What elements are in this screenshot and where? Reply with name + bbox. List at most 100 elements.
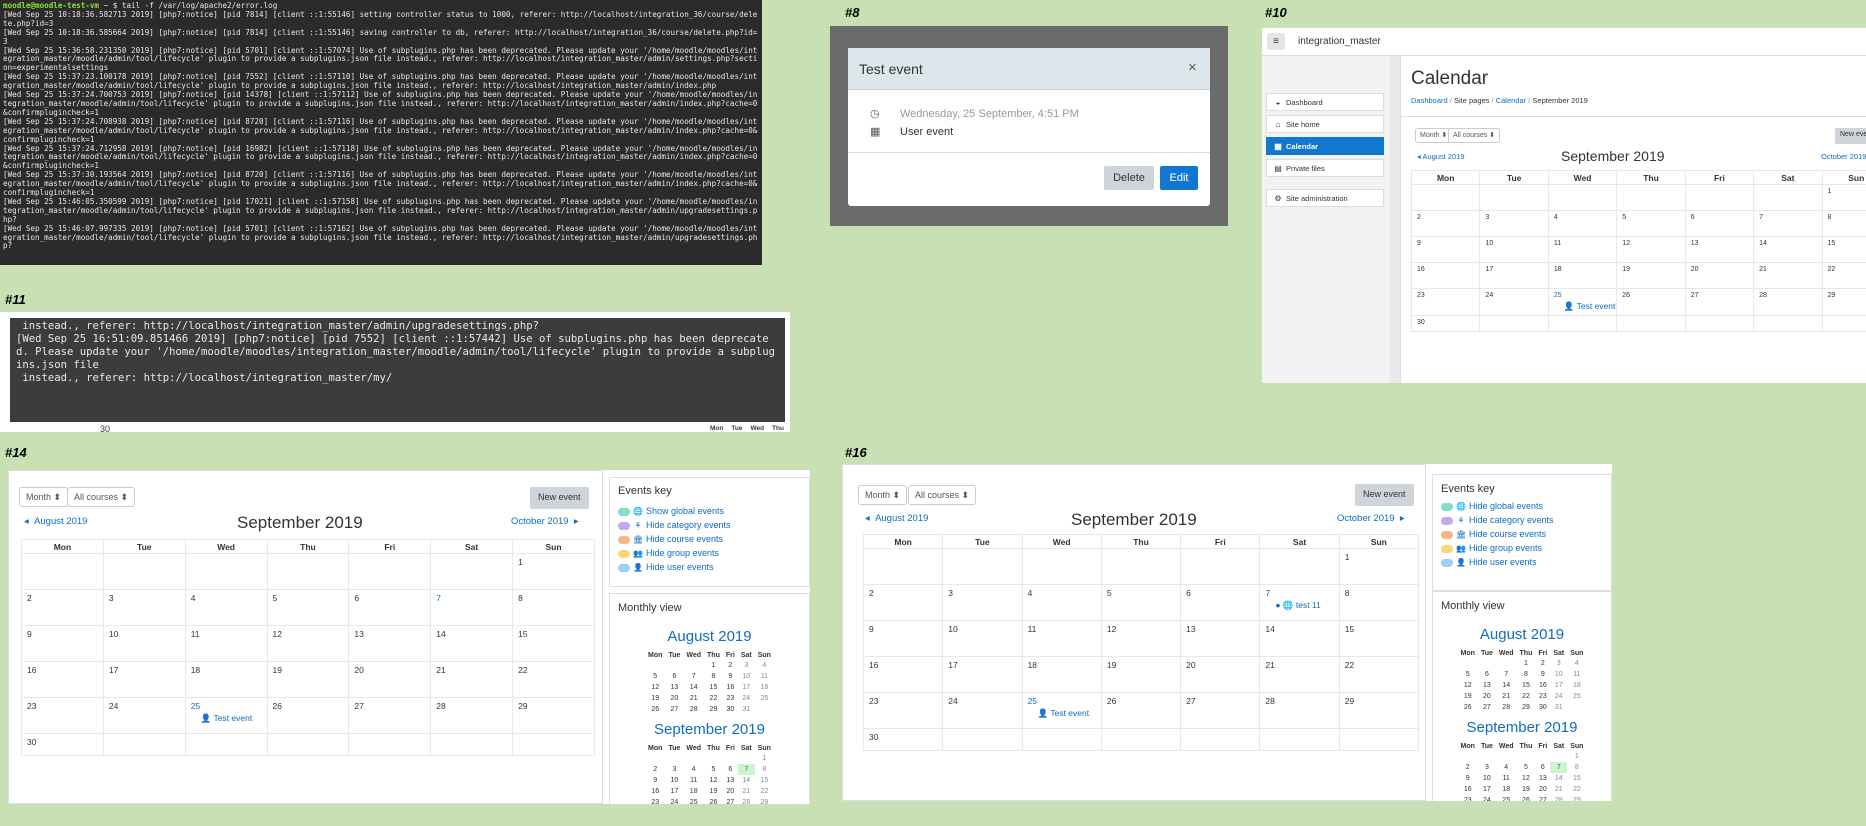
day-number[interactable]: 2	[1417, 214, 1421, 221]
mini-day[interactable]: 22	[704, 693, 723, 704]
eye-icon[interactable]	[1441, 544, 1453, 553]
mini-day[interactable]: 4	[1567, 658, 1586, 669]
day-number[interactable]: 11	[1554, 240, 1561, 247]
mini-day[interactable]	[723, 753, 738, 764]
day-number[interactable]: 29	[518, 701, 527, 711]
day-number[interactable]: 20	[354, 665, 363, 675]
eye-icon[interactable]	[618, 507, 630, 516]
day-number[interactable]: 5	[1107, 588, 1112, 598]
mini-day[interactable]	[665, 753, 683, 764]
calendar-day[interactable]: 23	[21, 697, 104, 734]
day-number[interactable]: 10	[109, 629, 118, 639]
calendar-day[interactable]: 25 👤 Test event	[184, 697, 268, 734]
calendar-day[interactable]: 30	[21, 733, 104, 756]
mini-day[interactable]: 28	[738, 797, 755, 804]
day-number[interactable]: 8	[1828, 214, 1832, 221]
day-number[interactable]: 26	[273, 701, 282, 711]
day-number[interactable]: 12	[1107, 624, 1116, 634]
day-number[interactable]: 28	[1265, 696, 1274, 706]
calendar-day[interactable]	[1180, 548, 1261, 585]
calendar-day[interactable]: 17	[102, 661, 186, 698]
events-key-item[interactable]: 👤 Hide user events	[1441, 555, 1603, 569]
mini-day[interactable]: 15	[704, 682, 723, 693]
mini-day[interactable]	[1496, 658, 1517, 669]
mini-day[interactable]: 19	[645, 693, 665, 704]
calendar-day[interactable]: 15	[1821, 236, 1866, 263]
mini-day[interactable]: 17	[665, 786, 683, 797]
day-number[interactable]: 9	[869, 624, 874, 634]
prev-month-link[interactable]: ◂ August 2019	[24, 516, 87, 527]
calendar-day[interactable]	[1547, 315, 1618, 332]
calendar-day[interactable]: 12	[1616, 236, 1686, 263]
calendar-day[interactable]: 1	[1821, 184, 1866, 211]
mini-day[interactable]: 7	[1496, 669, 1517, 680]
day-number[interactable]: 10	[948, 624, 957, 634]
calendar-day[interactable]: 21	[1259, 656, 1340, 693]
calendar-day[interactable]: 2	[862, 584, 944, 621]
mini-day[interactable]	[1478, 751, 1496, 762]
calendar-day[interactable]: 5	[1616, 210, 1686, 237]
mini-day[interactable]: 12	[1517, 773, 1536, 784]
terminal-window[interactable]: moodle@moodle-test-vm ~ $ tail -f /var/l…	[0, 0, 762, 265]
day-number[interactable]: 10	[1485, 240, 1493, 247]
eye-icon[interactable]	[618, 535, 630, 544]
eye-icon[interactable]	[1441, 530, 1453, 539]
mini-day[interactable]: 22	[1517, 691, 1536, 702]
calendar-day[interactable]: 28	[430, 697, 514, 734]
events-key-item[interactable]: 👥 Hide group events	[618, 546, 801, 560]
eye-icon[interactable]	[1441, 558, 1453, 567]
day-number[interactable]: 17	[1485, 266, 1493, 273]
calendar-day[interactable]: 16	[21, 661, 104, 698]
calendar-day[interactable]: 15	[512, 625, 595, 662]
event-name[interactable]: Test event	[1577, 301, 1616, 311]
mini-day[interactable]: 29	[755, 797, 774, 804]
day-number[interactable]: 1	[1345, 552, 1350, 562]
calendar-day[interactable]: 11	[184, 625, 268, 662]
mini-month-title-sep[interactable]: September 2019	[1433, 719, 1611, 736]
calendar-day[interactable]	[1180, 728, 1261, 751]
calendar-day[interactable]: 8	[512, 589, 595, 626]
new-event-button[interactable]: New event	[530, 487, 589, 509]
calendar-day[interactable]: 23	[862, 692, 944, 729]
calendar-day[interactable]	[862, 548, 944, 585]
events-key-label[interactable]: Hide user events	[1469, 557, 1537, 567]
calendar-day[interactable]	[1684, 315, 1755, 332]
day-number[interactable]: 8	[518, 593, 523, 603]
day-number[interactable]: 3	[948, 588, 953, 598]
mini-day[interactable]: 12	[1458, 680, 1478, 691]
mini-day[interactable]: 4	[755, 660, 774, 671]
calendar-day[interactable]: 21	[430, 661, 514, 698]
mini-day[interactable]: 25	[1496, 795, 1517, 801]
close-icon[interactable]: ×	[1188, 59, 1197, 76]
mini-day[interactable]: 9	[1535, 669, 1550, 680]
events-key-item[interactable]: 🌐 Show global events	[618, 504, 801, 518]
day-number[interactable]: 23	[869, 696, 878, 706]
mini-month-title-sep[interactable]: September 2019	[610, 721, 809, 738]
day-number[interactable]: 11	[191, 629, 200, 639]
mini-day[interactable]: 13	[1535, 773, 1550, 784]
calendar-day[interactable]: 25 👤 Test event	[1547, 288, 1618, 316]
day-number[interactable]: 3	[109, 593, 114, 603]
event-name[interactable]: Test event	[213, 713, 252, 723]
mini-day[interactable]: 27	[723, 797, 738, 804]
day-number[interactable]: 19	[273, 665, 282, 675]
mini-day[interactable]: 10	[1550, 669, 1567, 680]
calendar-day[interactable]	[1338, 728, 1420, 751]
mini-day[interactable]: 18	[755, 682, 774, 693]
mini-day[interactable]: 21	[738, 786, 755, 797]
calendar-day[interactable]: 23	[1410, 288, 1481, 316]
mini-month-title-aug[interactable]: August 2019	[610, 628, 809, 645]
mini-day[interactable]: 5	[1517, 762, 1536, 773]
day-number[interactable]: 21	[1759, 266, 1767, 273]
calendar-day[interactable]: 15	[1338, 620, 1420, 657]
calendar-day[interactable]: 14	[430, 625, 514, 662]
calendar-day[interactable]	[1616, 184, 1686, 211]
calendar-event[interactable]: 👤 Test event	[191, 713, 262, 724]
mini-day[interactable]: 9	[1458, 773, 1478, 784]
day-number[interactable]: 30	[869, 732, 878, 742]
calendar-day[interactable]: 1	[512, 553, 595, 590]
calendar-day[interactable]	[1259, 548, 1340, 585]
day-number[interactable]: 5	[273, 593, 278, 603]
mini-day[interactable]: 9	[645, 775, 665, 786]
mini-day[interactable]: 31	[1550, 702, 1567, 713]
